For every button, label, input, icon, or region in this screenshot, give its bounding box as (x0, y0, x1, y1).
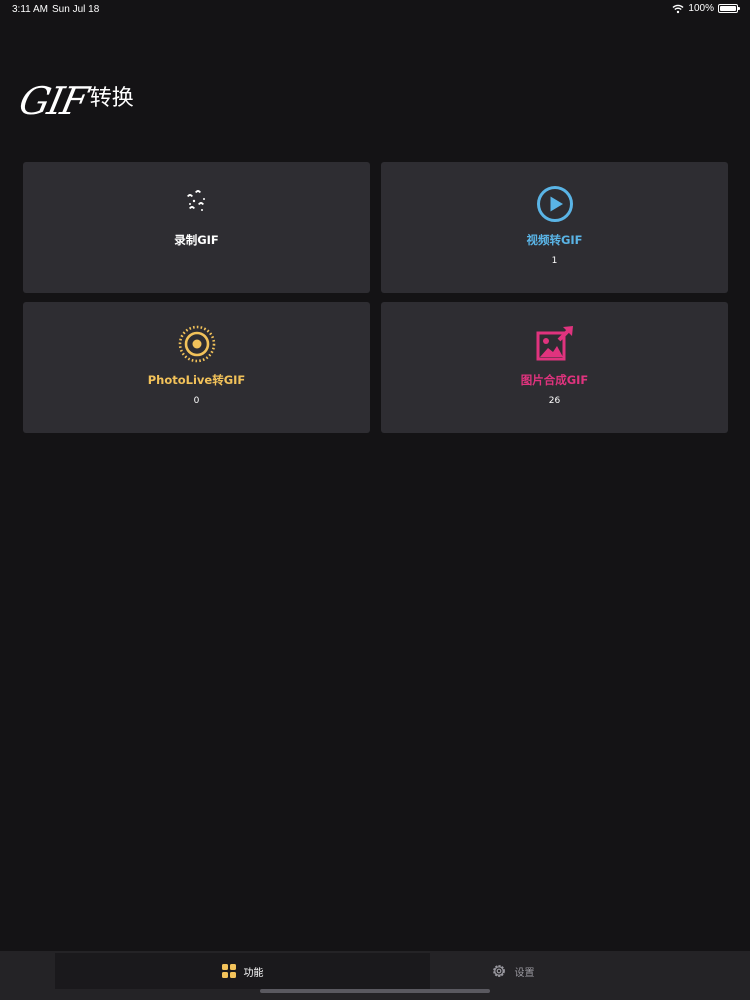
card-label: 视频转GIF (526, 233, 583, 247)
status-date: Sun Jul 18 (52, 4, 100, 15)
card-images-to-gif[interactable]: 图片合成GIF 26 (381, 302, 728, 433)
card-count: 1 (551, 256, 558, 266)
battery-percent: 100% (688, 3, 714, 14)
card-count: 26 (548, 396, 561, 406)
card-video-to-gif[interactable]: 视频转GIF 1 (381, 162, 728, 293)
app-title: GIF 转换 (15, 72, 134, 123)
title-text: 转换 (89, 86, 134, 111)
card-record-gif[interactable]: 录制GIF (23, 162, 370, 293)
play-circle-icon (535, 184, 575, 224)
grid-icon (221, 964, 236, 978)
card-label: 录制GIF (174, 233, 219, 247)
battery-icon (718, 4, 740, 13)
status-right: 100% (672, 3, 740, 14)
card-count: 0 (193, 396, 200, 406)
home-indicator (260, 989, 490, 993)
wifi-icon (672, 4, 684, 13)
tab-settings[interactable]: 设置 (430, 953, 595, 989)
gear-icon (492, 965, 505, 977)
status-time: 3:11 AM (12, 4, 48, 15)
tab-features[interactable]: 功能 (55, 953, 430, 989)
card-label: PhotoLive转GIF (147, 373, 246, 387)
tab-label: 设置 (514, 967, 535, 979)
live-photo-icon (177, 324, 217, 364)
footprints-icon (177, 184, 217, 224)
tab-label: 功能 (243, 967, 264, 979)
card-label: 图片合成GIF (520, 373, 589, 387)
image-compose-icon (535, 324, 575, 364)
title-logo: GIF (15, 79, 91, 123)
card-photolive-to-gif[interactable]: PhotoLive转GIF 0 (23, 302, 370, 433)
status-bar: 3:11 AM Sun Jul 18 100% (0, 0, 750, 18)
